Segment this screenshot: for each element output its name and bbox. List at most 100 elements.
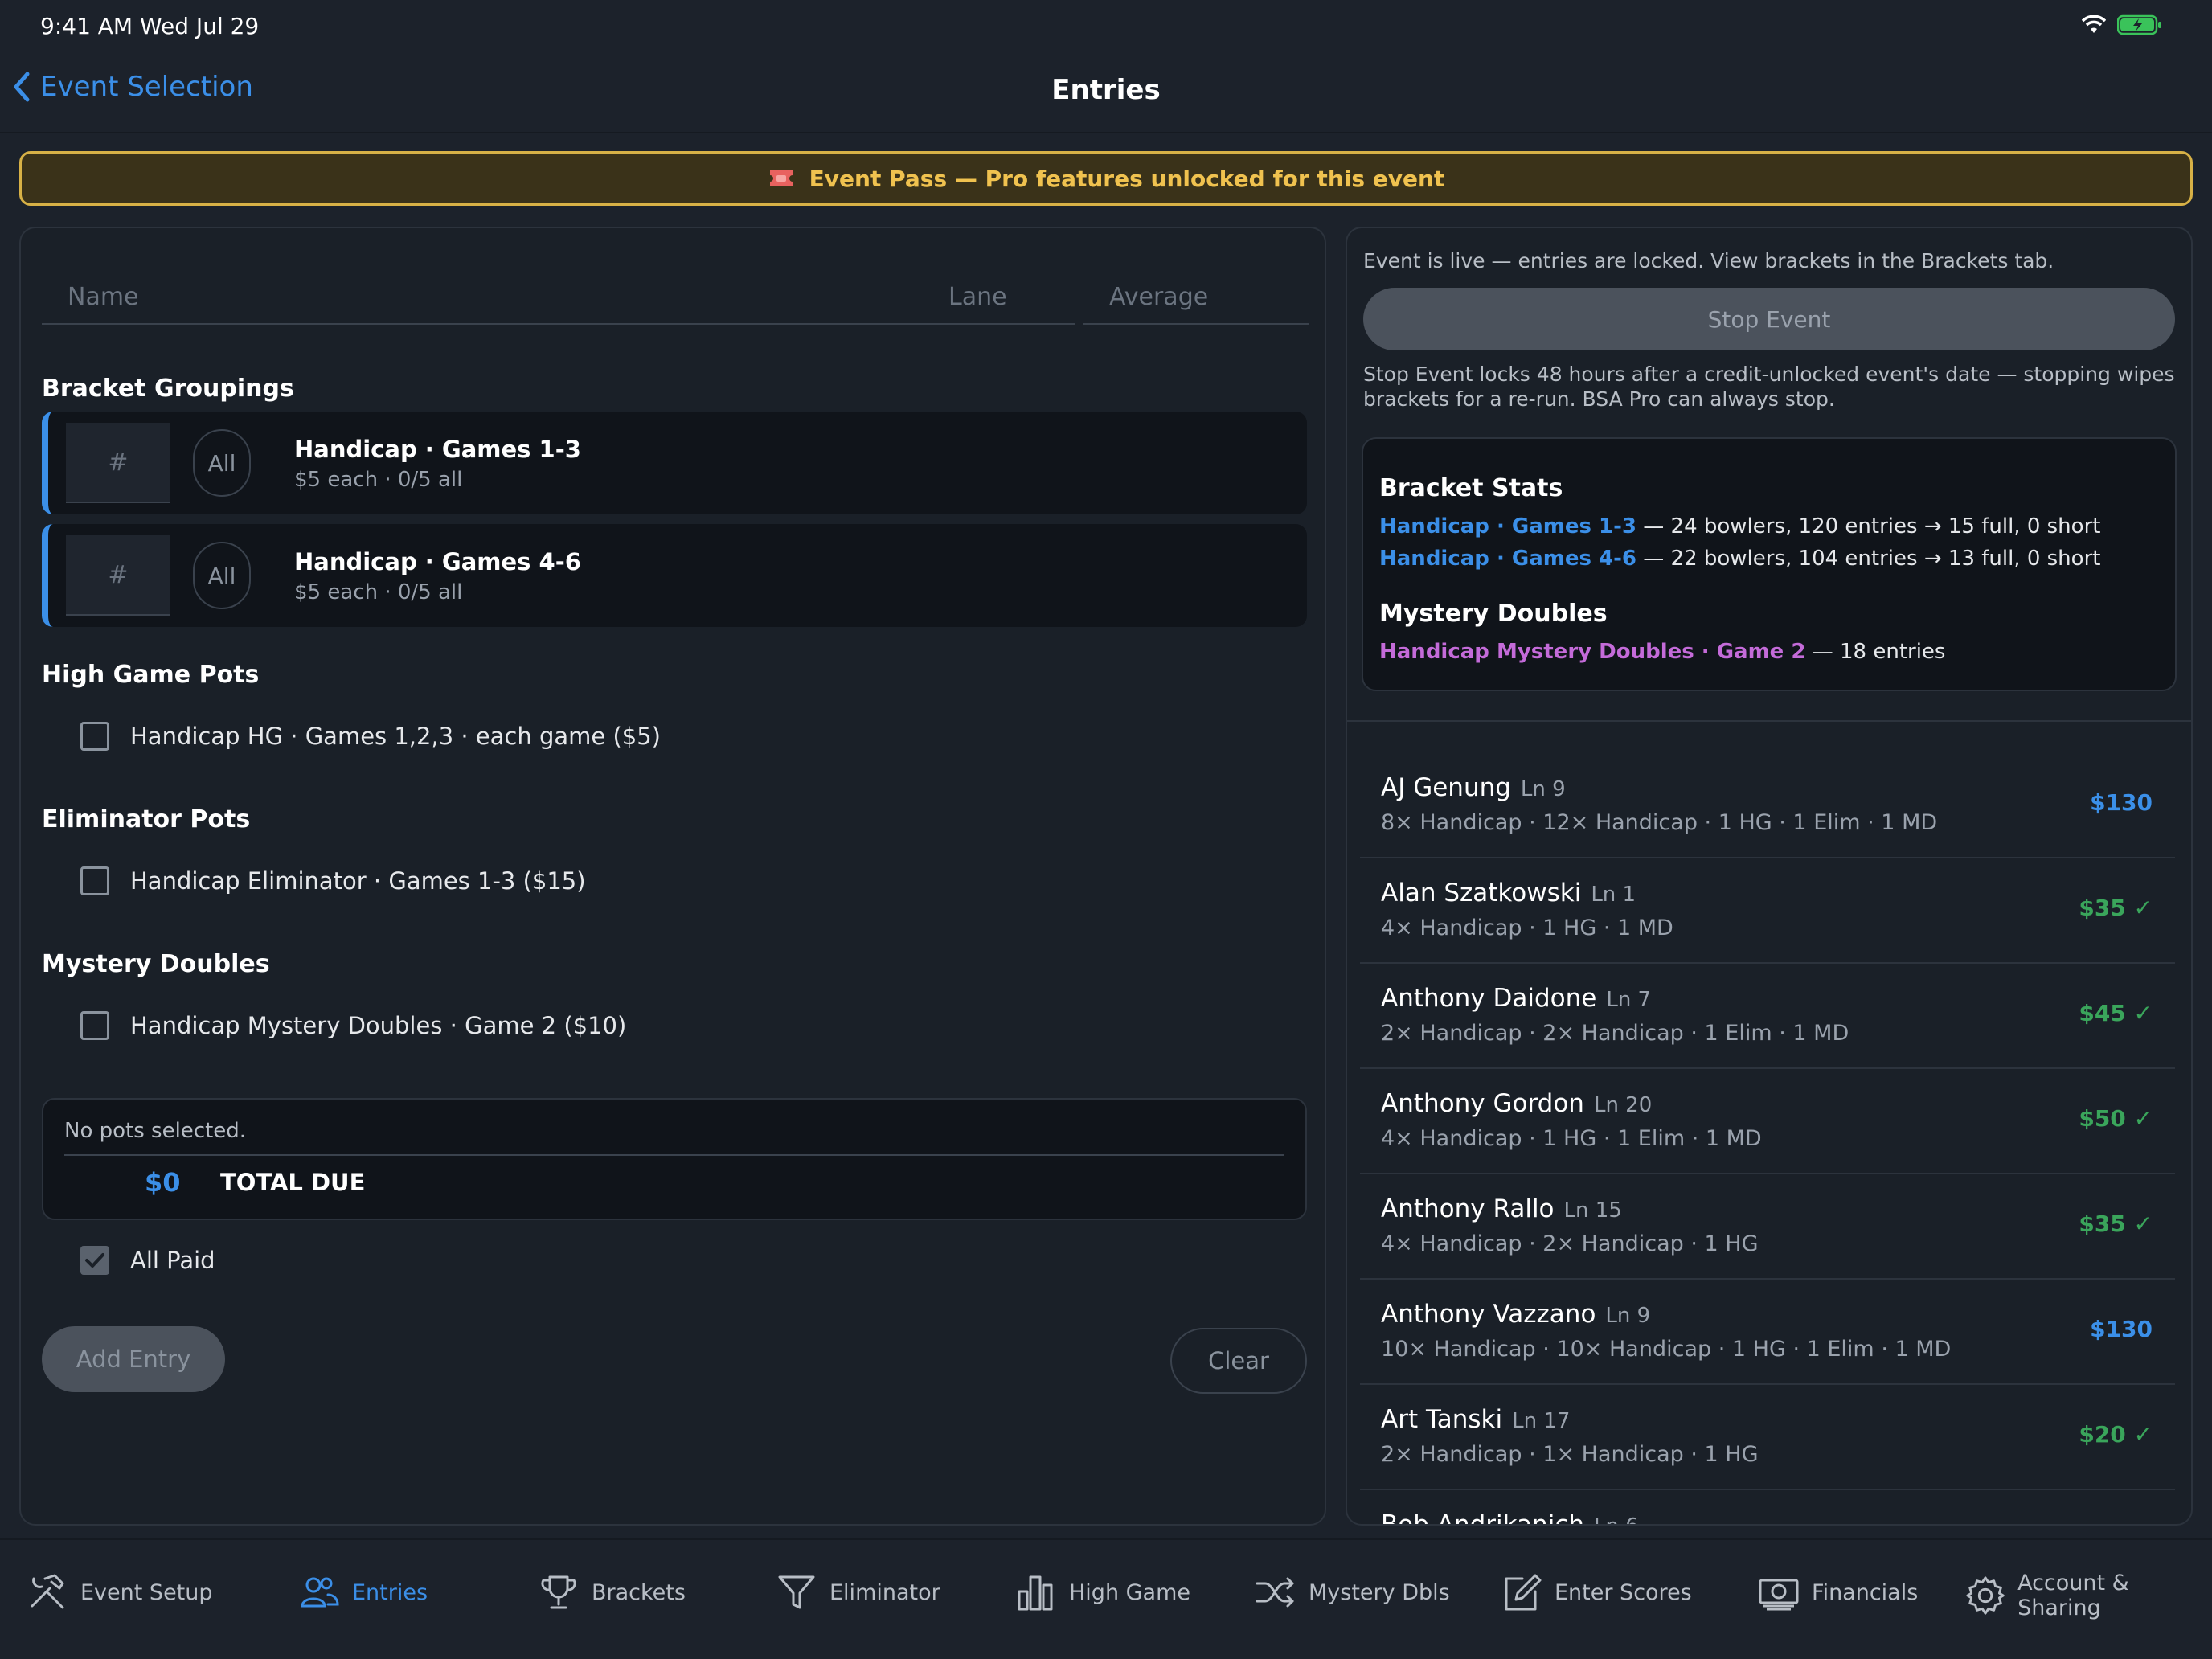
entry-amount-paid: $35 ✓ bbox=[2079, 1210, 2153, 1237]
entry-row[interactable]: AJ Genung Ln 9 8× Handicap · 12× Handicap … bbox=[1360, 754, 2175, 858]
entry-amount-due: $130 bbox=[2090, 789, 2153, 816]
tab-label: Event Setup bbox=[80, 1579, 213, 1605]
tab-label: Eliminator bbox=[830, 1579, 940, 1605]
entry-row[interactable]: Anthony Daidone Ln 7 2× Handicap · 2× Hand… bbox=[1360, 965, 2175, 1069]
total-due-box: No pots selected. $0 TOTAL DUE bbox=[42, 1098, 1307, 1220]
entry-row[interactable]: Art Tanski Ln 17 2× Handicap · 1× Handicap… bbox=[1360, 1386, 2175, 1490]
mystery-doubles-option-label: Handicap Mystery Doubles · Game 2 ($10) bbox=[130, 1012, 627, 1039]
tab-mystery-dbls[interactable]: Mystery Dbls bbox=[1254, 1571, 1450, 1614]
entry-lane: Ln 20 bbox=[1593, 1093, 1653, 1117]
entry-row[interactable]: Anthony Vazzano Ln 9 10× Handicap · 10× Ha… bbox=[1360, 1280, 2175, 1385]
status-icons bbox=[2082, 14, 2162, 35]
entry-amount-due: $130 bbox=[2090, 1316, 2153, 1342]
bracket-price: $5 each · 0/5 all bbox=[294, 468, 463, 492]
entry-row[interactable]: Anthony Rallo Ln 15 4× Handicap · 2× Handi… bbox=[1360, 1175, 2175, 1280]
entry-detail: 2× Handicap · 1× Handicap · 1 HG bbox=[1381, 1442, 1759, 1467]
wifi-icon bbox=[2082, 15, 2106, 33]
tab-enter-scores[interactable]: Enter Scores bbox=[1500, 1571, 1692, 1614]
mystery-stats-line: Handicap Mystery Doubles · Game 2 — 18 e… bbox=[1379, 640, 1945, 664]
bracket-all-button[interactable]: All bbox=[193, 542, 251, 609]
trophy-icon bbox=[541, 1575, 576, 1609]
tab-event-setup[interactable]: Event Setup bbox=[26, 1571, 213, 1614]
hammer-wrench-icon bbox=[31, 1574, 64, 1609]
tab-brackets[interactable]: Brackets bbox=[537, 1571, 686, 1614]
tab-label: Financials bbox=[1812, 1579, 1919, 1605]
entry-detail: 4× Handicap · 2× Handicap · 1 HG bbox=[1381, 1231, 1759, 1256]
mystery-doubles-title: Mystery Doubles bbox=[42, 950, 270, 978]
entry-name: AJ Genung bbox=[1381, 773, 1511, 802]
eliminator-checkbox[interactable] bbox=[80, 866, 109, 895]
bracket-price: $5 each · 0/5 all bbox=[294, 580, 463, 604]
add-entry-button[interactable]: Add Entry bbox=[42, 1326, 225, 1392]
all-paid-checkbox[interactable] bbox=[80, 1246, 109, 1275]
entry-name: Anthony Daidone bbox=[1381, 984, 1597, 1013]
entry-lane: Ln 1 bbox=[1591, 883, 1636, 907]
all-paid-option[interactable]: All Paid bbox=[80, 1246, 215, 1275]
bracket-stats-link[interactable]: Handicap · Games 4-6 bbox=[1379, 547, 1636, 571]
entry-row[interactable]: Bob AndrikanichLn 6$10 ✓ bbox=[1360, 1491, 2175, 1524]
stop-event-button[interactable]: Stop Event bbox=[1363, 288, 2175, 350]
entry-lane: Ln 9 bbox=[1605, 1304, 1651, 1328]
bracket-stats-link[interactable]: Handicap · Games 1-3 bbox=[1379, 514, 1636, 539]
entry-row[interactable]: Anthony Gordon Ln 20 4× Handicap · 1 HG · … bbox=[1360, 1070, 2175, 1174]
clear-button[interactable]: Clear bbox=[1170, 1328, 1307, 1394]
page-title: Entries bbox=[1051, 74, 1161, 106]
entries-divider bbox=[1347, 720, 2191, 722]
bracket-all-button[interactable]: All bbox=[193, 429, 251, 497]
high-game-option-label: Handicap HG · Games 1,2,3 · each game ($… bbox=[130, 723, 661, 750]
all-paid-label: All Paid bbox=[130, 1247, 215, 1274]
bracket-count-input[interactable]: # bbox=[66, 423, 170, 503]
mystery-doubles-checkbox[interactable] bbox=[80, 1011, 109, 1040]
total-divider bbox=[64, 1154, 1284, 1156]
gear-icon bbox=[1966, 1576, 2005, 1615]
entry-row[interactable]: Alan Szatkowski Ln 1 4× Handicap · 1 HG · … bbox=[1360, 859, 2175, 964]
total-note: No pots selected. bbox=[64, 1119, 247, 1143]
tab-account-sharing[interactable]: Account & Sharing bbox=[1964, 1571, 2212, 1620]
tab-label: High Game bbox=[1069, 1579, 1191, 1605]
stats-separator: — bbox=[1812, 640, 1833, 664]
bracket-count-input[interactable]: # bbox=[66, 535, 170, 616]
high-game-pots-title: High Game Pots bbox=[42, 661, 260, 689]
bracket-name: Handicap · Games 4-6 bbox=[294, 548, 581, 576]
status-time: 9:41 AM Wed Jul 29 bbox=[40, 13, 260, 39]
entry-amount-paid: $45 ✓ bbox=[2079, 1000, 2153, 1026]
money-icon bbox=[1759, 1579, 1799, 1611]
tab-bar: Event Setup Entries Brackets Eliminator … bbox=[0, 1538, 2212, 1659]
high-game-option[interactable]: Handicap HG · Games 1,2,3 · each game ($… bbox=[80, 722, 661, 751]
event-status-panel: Event is live — entries are locked. View… bbox=[1346, 227, 2193, 1526]
bracket-grouping-row: # All Handicap · Games 4-6 $5 each · 0/5… bbox=[42, 524, 1307, 627]
tab-eliminator[interactable]: Eliminator bbox=[775, 1571, 940, 1614]
mystery-stats-link[interactable]: Handicap Mystery Doubles · Game 2 bbox=[1379, 640, 1805, 664]
mystery-doubles-option[interactable]: Handicap Mystery Doubles · Game 2 ($10) bbox=[80, 1011, 626, 1040]
ticket-icon bbox=[769, 170, 793, 186]
entry-detail: 2× Handicap · 2× Handicap · 1 Elim · 1 M… bbox=[1381, 1021, 1849, 1046]
name-field-wrapper bbox=[42, 264, 929, 325]
bracket-stats-title: Bracket Stats bbox=[1379, 474, 1563, 502]
bracket-groupings-title: Bracket Groupings bbox=[42, 375, 294, 403]
stats-separator: — bbox=[1643, 547, 1665, 571]
event-pass-banner: Event Pass — Pro features unlocked for t… bbox=[19, 151, 2193, 206]
bracket-stats-line: Handicap · Games 4-6 — 22 bowlers, 104 e… bbox=[1379, 547, 2100, 571]
mystery-stats-title: Mystery Doubles bbox=[1379, 600, 1608, 628]
entry-name-line: AJ Genung Ln 9 bbox=[1381, 773, 1566, 802]
bracket-name: Handicap · Games 1-3 bbox=[294, 436, 581, 463]
high-game-checkbox[interactable] bbox=[80, 722, 109, 751]
stop-event-note: Stop Event locks 48 hours after a credit… bbox=[1363, 363, 2175, 411]
entry-name-line: Bob Andrikanich Ln 6 bbox=[1381, 1510, 1639, 1524]
entry-name-line: Alan Szatkowski Ln 1 bbox=[1381, 879, 1636, 907]
tab-entries[interactable]: Entries bbox=[297, 1571, 428, 1614]
shuffle-icon bbox=[1256, 1577, 1294, 1608]
lane-input[interactable] bbox=[923, 264, 1075, 323]
bar-chart-icon bbox=[1018, 1575, 1053, 1611]
funnel-icon bbox=[778, 1575, 815, 1609]
tab-financials[interactable]: Financials bbox=[1757, 1571, 1918, 1614]
entry-lane: Ln 6 bbox=[1594, 1514, 1639, 1524]
entry-name-line: Anthony Vazzano Ln 9 bbox=[1381, 1300, 1650, 1329]
eliminator-option-label: Handicap Eliminator · Games 1-3 ($15) bbox=[130, 867, 586, 895]
entry-amount-paid: $50 ✓ bbox=[2079, 1105, 2153, 1132]
name-input[interactable] bbox=[42, 264, 929, 323]
tab-high-game[interactable]: High Game bbox=[1014, 1571, 1190, 1614]
entry-detail: 4× Handicap · 1 HG · 1 Elim · 1 MD bbox=[1381, 1126, 1762, 1151]
average-input[interactable] bbox=[1083, 264, 1309, 323]
eliminator-option[interactable]: Handicap Eliminator · Games 1-3 ($15) bbox=[80, 866, 586, 895]
